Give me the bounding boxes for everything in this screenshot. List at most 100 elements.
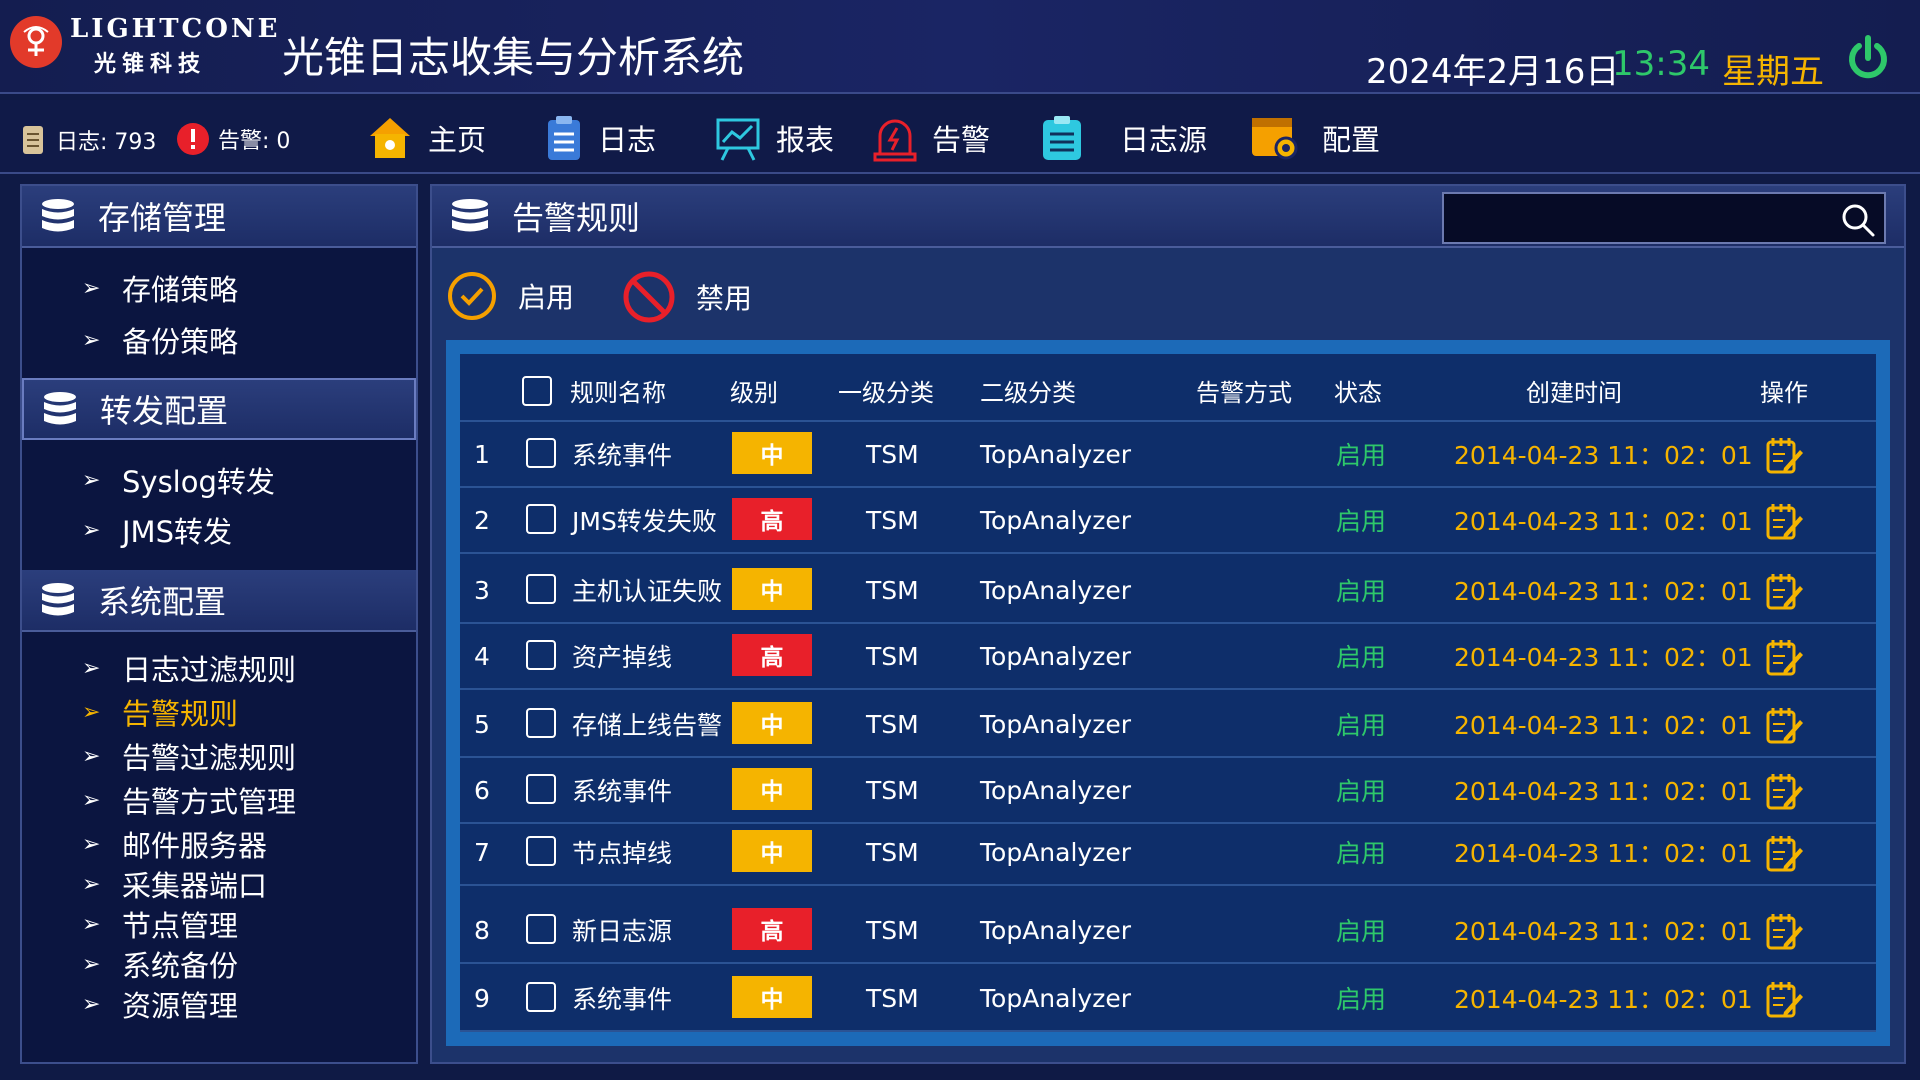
chevron-right-icon: ➢ — [82, 467, 101, 493]
status-text: 启用 — [1336, 441, 1387, 470]
edit-icon[interactable] — [1764, 772, 1804, 812]
edit-icon[interactable] — [1764, 706, 1804, 746]
enable-button[interactable]: 启用 — [446, 270, 574, 322]
alarm-count-label: 告警: 0 — [218, 129, 291, 154]
nav-config[interactable]: 配置 — [1250, 112, 1380, 164]
sidebar-group-forward-label: 转发配置 — [100, 392, 229, 430]
edit-icon[interactable] — [1764, 572, 1804, 612]
row-checkbox[interactable] — [526, 982, 556, 1012]
row-number: 6 — [474, 775, 490, 805]
rule-name: 系统事件 — [572, 985, 673, 1014]
category-1: TSM — [866, 575, 919, 605]
search-input[interactable] — [1444, 194, 1834, 242]
category-2: TopAnalyzer — [980, 983, 1131, 1013]
col-header-status: 状态 — [1334, 378, 1382, 407]
nav-config-label: 配置 — [1322, 123, 1381, 157]
chevron-right-icon: ➢ — [82, 991, 101, 1017]
search-box — [1442, 192, 1886, 244]
edit-icon[interactable] — [1764, 638, 1804, 678]
sidebar-item-resource-manage[interactable]: ➢ 资源管理 — [82, 986, 239, 1023]
nav-home[interactable]: 主页 — [366, 112, 486, 164]
sidebar-group-system[interactable]: 系统配置 — [22, 570, 416, 632]
table-row[interactable]: 4 资产掉线 高 TSM TopAnalyzer 启用 2014-04-23 11：02：0… — [460, 624, 1876, 690]
log-count-stat: 日志: 793 — [20, 122, 156, 158]
sidebar-item-log-filter[interactable]: ➢ 日志过滤规则 — [82, 650, 297, 687]
chevron-right-icon: ➢ — [82, 871, 101, 897]
table-row[interactable]: 2 JMS转发失败高 TSM TopAnalyzer 启用 2014-04-23 11：0… — [460, 488, 1876, 554]
sidebar-item-collector-port[interactable]: ➢ 采集器端口 — [82, 866, 267, 903]
edit-icon[interactable] — [1764, 912, 1804, 952]
app-header: LIGHTCONE 光锥科技 光锥日志收集与分析系统 2024年2月16日 13… — [0, 0, 1920, 94]
database-icon — [452, 199, 488, 232]
row-checkbox[interactable] — [526, 438, 556, 468]
table-row[interactable]: 6 系统事件 中 TSM TopAnalyzer 启用 2014-04-23 11：02：0… — [460, 758, 1876, 824]
nav-report[interactable]: 报表 — [714, 112, 834, 164]
row-checkbox[interactable] — [526, 504, 556, 534]
enable-button-label: 启用 — [518, 281, 575, 314]
sidebar-item-alarm-method[interactable]: ➢ 告警方式管理 — [82, 782, 296, 819]
disable-button-label: 禁用 — [696, 282, 753, 315]
sidebar-item-label: 资源管理 — [122, 989, 239, 1023]
nav-alarm[interactable]: 告警 — [872, 112, 990, 164]
logo-text-cn: 光锥科技 — [94, 52, 207, 77]
row-number: 1 — [474, 439, 490, 469]
sidebar-item-jms-forward[interactable]: ➢ JMS转发 — [82, 512, 232, 549]
status-text: 启用 — [1336, 985, 1387, 1014]
edit-icon[interactable] — [1764, 502, 1804, 542]
sidebar-item-system-backup[interactable]: ➢ 系统备份 — [82, 946, 239, 983]
nav-log-source[interactable]: 日志源 — [1040, 112, 1207, 164]
config-gear-icon — [1252, 118, 1298, 160]
sidebar-item-syslog-forward[interactable]: ➢ Syslog转发 — [82, 462, 275, 499]
row-checkbox[interactable] — [526, 914, 556, 944]
table-row[interactable]: 8 新日志源 高 TSM TopAnalyzer 启用 2014-04-23 11：02：0… — [460, 898, 1876, 964]
table-row[interactable]: 5 存储上线告警中 TSM TopAnalyzer 启用 2014-04-23 11：02… — [460, 692, 1876, 758]
nav-log[interactable]: 日志 — [544, 112, 656, 164]
category-2: TopAnalyzer — [980, 575, 1131, 605]
sidebar-item-storage-policy[interactable]: ➢ 存储策略 — [82, 270, 238, 307]
status-text: 启用 — [1336, 711, 1387, 740]
category-1: TSM — [866, 641, 919, 671]
sidebar-item-alarm-rule[interactable]: ➢ 告警规则 — [82, 694, 238, 731]
power-icon[interactable] — [1844, 34, 1892, 82]
table-row[interactable]: 1 系统事件 中 TSM TopAnalyzer 启用 2014-04-23 11：02：0… — [460, 422, 1876, 488]
category-2: TopAnalyzer — [980, 915, 1131, 945]
row-number: 4 — [474, 641, 490, 671]
sidebar-item-mail-server[interactable]: ➢ 邮件服务器 — [82, 826, 267, 863]
row-checkbox[interactable] — [526, 708, 556, 738]
search-icon[interactable] — [1840, 202, 1876, 238]
col-header-name: 规则名称 — [570, 378, 666, 407]
table-row[interactable]: 7 节点掉线 中 TSM TopAnalyzer 启用 2014-04-23 11：02：0… — [460, 820, 1876, 886]
chevron-right-icon: ➢ — [82, 517, 101, 543]
table-row[interactable]: 9 系统事件 中 TSM TopAnalyzer 启用 2014-04-23 11：02：0… — [460, 966, 1876, 1032]
disable-button[interactable]: 禁用 — [622, 270, 752, 324]
sidebar-item-label: 系统备份 — [122, 949, 239, 983]
row-checkbox[interactable] — [526, 774, 556, 804]
level-badge: 中 — [732, 830, 812, 872]
row-checkbox[interactable] — [526, 640, 556, 670]
current-date: 2024年2月16日 — [1366, 52, 1620, 92]
sidebar-item-backup-policy[interactable]: ➢ 备份策略 — [82, 322, 238, 359]
alarm-count-stat: 告警: 0 — [176, 122, 290, 156]
sidebar-item-node-manage[interactable]: ➢ 节点管理 — [82, 906, 238, 943]
status-text: 启用 — [1336, 839, 1387, 868]
sidebar-item-label: 日志过滤规则 — [122, 653, 297, 687]
sidebar-item-alarm-filter[interactable]: ➢ 告警过滤规则 — [82, 738, 296, 775]
col-header-action: 操作 — [1760, 378, 1808, 407]
select-all-checkbox[interactable] — [522, 376, 552, 406]
edit-icon[interactable] — [1764, 980, 1804, 1020]
row-number: 3 — [474, 575, 490, 605]
clipboard-icon — [548, 116, 580, 160]
row-checkbox[interactable] — [526, 836, 556, 866]
row-checkbox[interactable] — [526, 574, 556, 604]
created-time: 2014-04-23 11：02：01 — [1454, 985, 1753, 1014]
row-number: 7 — [474, 837, 490, 867]
sidebar-group-storage[interactable]: 存储管理 — [22, 186, 416, 248]
chevron-right-icon: ➢ — [82, 831, 101, 857]
chevron-right-icon: ➢ — [82, 951, 101, 977]
edit-icon[interactable] — [1764, 834, 1804, 874]
created-time: 2014-04-23 11：02：01 — [1454, 917, 1753, 946]
edit-icon[interactable] — [1764, 436, 1804, 476]
table-row[interactable]: 3 主机认证失败中 TSM TopAnalyzer 启用 2014-04-23 11：02… — [460, 558, 1876, 624]
alarm-bell-icon — [873, 119, 917, 162]
sidebar-group-forward[interactable]: 转发配置 — [22, 378, 416, 440]
